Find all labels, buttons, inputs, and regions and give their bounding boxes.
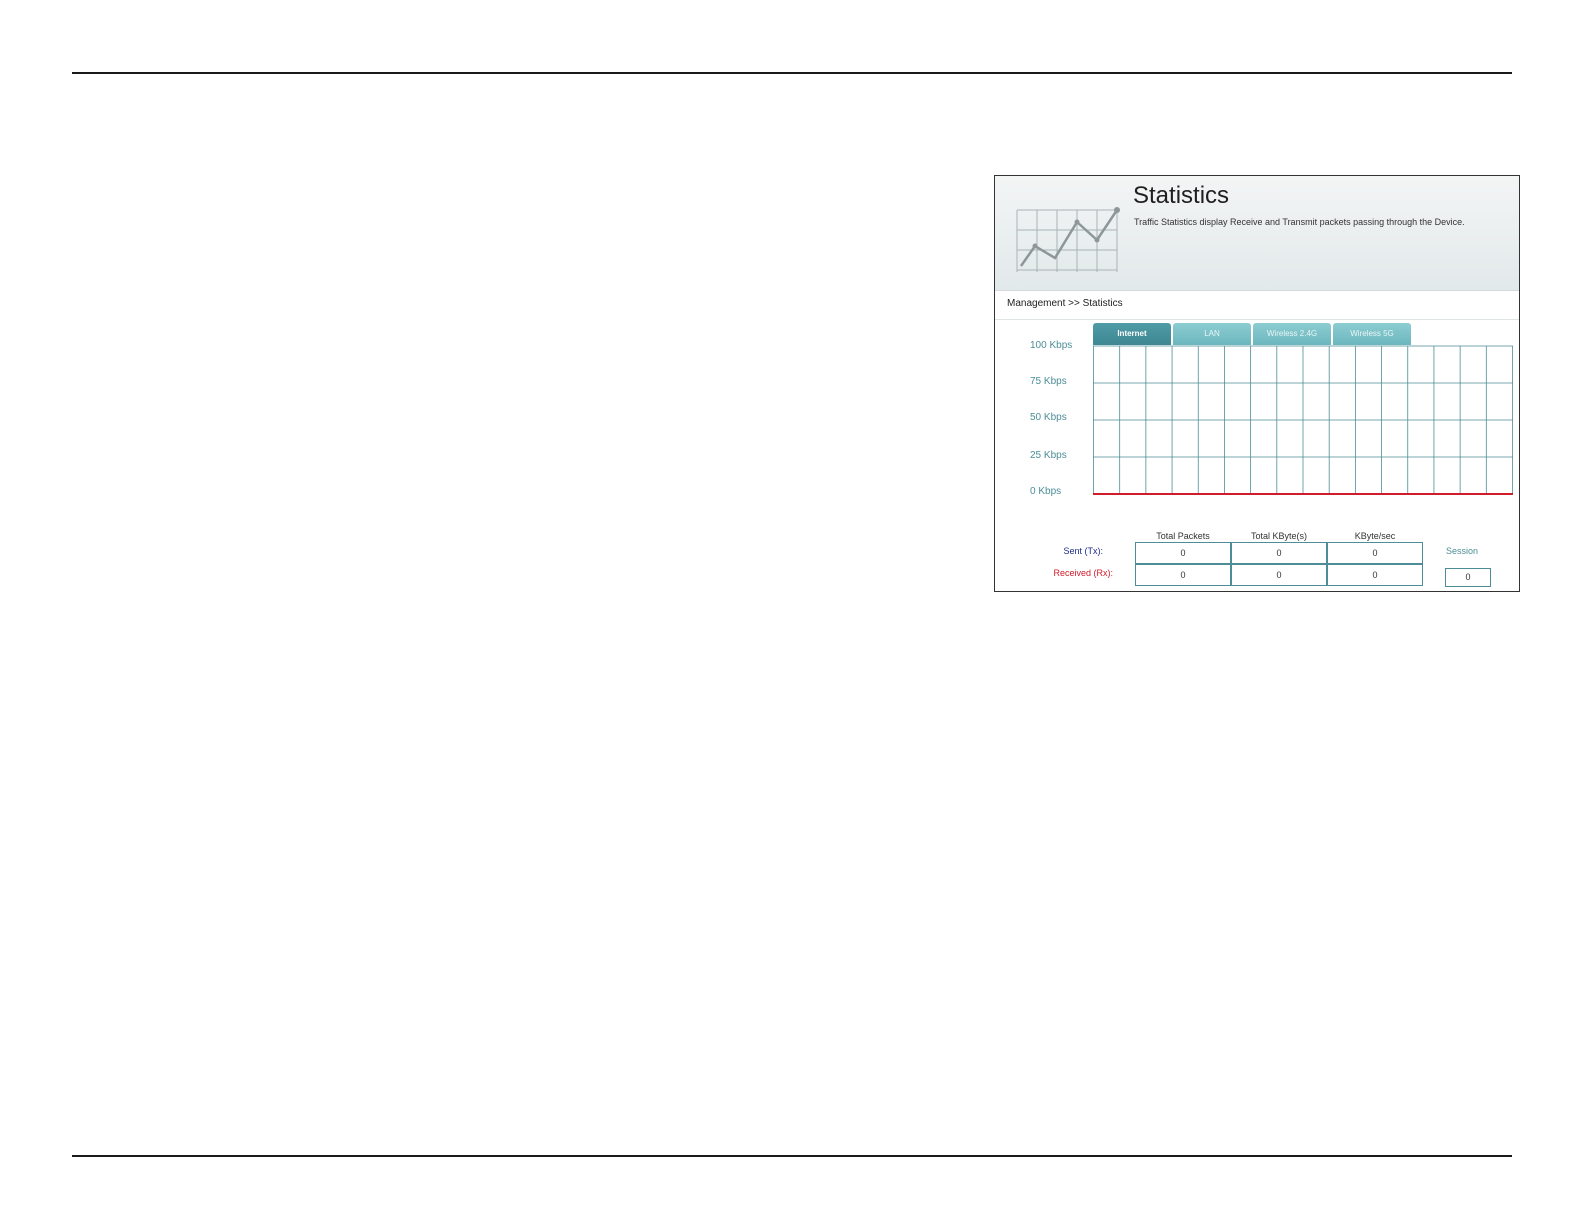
- received-kbyte-sec: 0: [1327, 564, 1423, 586]
- session-count: 0: [1445, 568, 1491, 587]
- column-header-kbyte-sec: KByte/sec: [1354, 531, 1396, 541]
- hero-banner: Statistics Traffic Statistics display Re…: [995, 176, 1519, 291]
- breadcrumb: Management >> Statistics: [1007, 298, 1123, 309]
- received-total-kbytes: 0: [1231, 564, 1327, 586]
- tab-bar: Internet LAN Wireless 2.4G Wireless 5G: [1093, 323, 1413, 345]
- session-label: Session: [1445, 546, 1479, 556]
- y-tick-label: 25 Kbps: [1030, 450, 1067, 461]
- y-tick-label: 0 Kbps: [1030, 486, 1062, 497]
- page-title: Statistics: [1133, 182, 1230, 209]
- statistics-panel: Statistics Traffic Statistics display Re…: [994, 175, 1520, 592]
- sent-tx-label: Sent (Tx):: [1063, 546, 1103, 556]
- traffic-chart: [1093, 345, 1513, 495]
- received-rx-label: Received (Rx):: [1053, 568, 1113, 578]
- column-header-total-kbytes: Total KByte(s): [1250, 531, 1308, 541]
- sent-total-kbytes: 0: [1231, 542, 1327, 564]
- column-header-total-packets: Total Packets: [1156, 531, 1210, 541]
- y-tick-label: 50 Kbps: [1030, 412, 1067, 423]
- sent-kbyte-sec: 0: [1327, 542, 1423, 564]
- sent-total-packets: 0: [1135, 542, 1231, 564]
- footer-rule: [72, 1155, 1512, 1157]
- tab-wireless-2-4g[interactable]: Wireless 2.4G: [1253, 323, 1331, 345]
- tab-internet[interactable]: Internet: [1093, 323, 1171, 345]
- tab-lan[interactable]: LAN: [1173, 323, 1251, 345]
- divider: [995, 319, 1519, 320]
- received-total-packets: 0: [1135, 564, 1231, 586]
- y-tick-label: 100 Kbps: [1030, 340, 1073, 351]
- header-rule: [72, 72, 1512, 74]
- page-description: Traffic Statistics display Receive and T…: [1134, 217, 1465, 227]
- tab-wireless-5g[interactable]: Wireless 5G: [1333, 323, 1411, 345]
- y-tick-label: 75 Kbps: [1030, 376, 1067, 387]
- chart-illustration-icon: [1016, 207, 1120, 272]
